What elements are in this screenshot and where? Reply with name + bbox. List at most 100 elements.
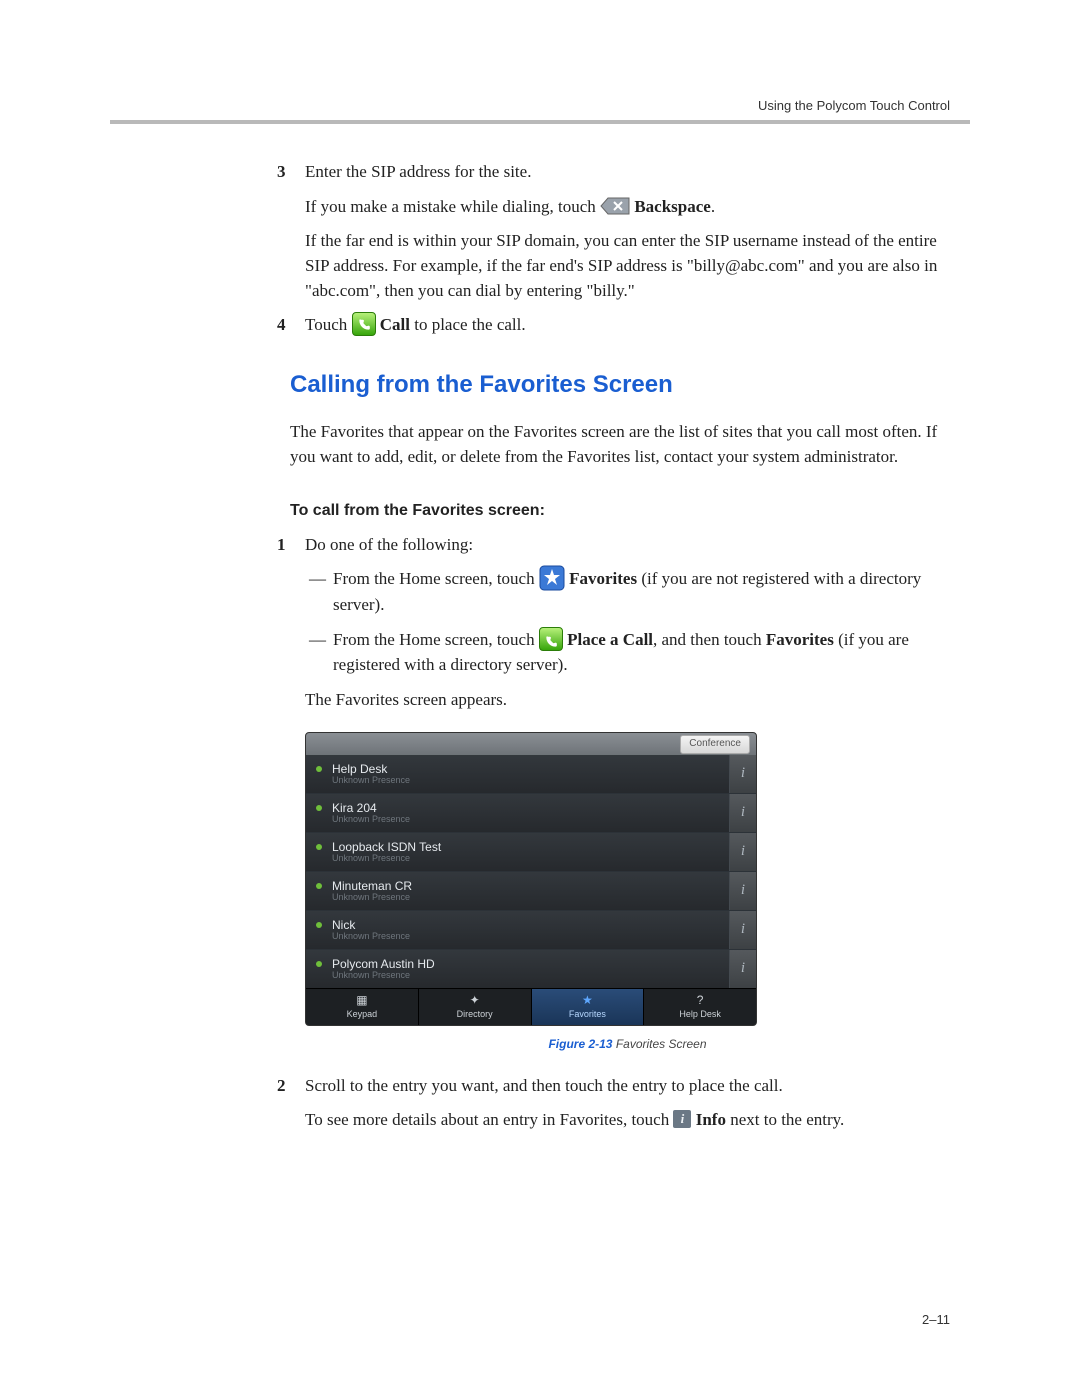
text: From the Home screen, touch xyxy=(333,569,539,588)
presence-dot-icon xyxy=(316,844,322,850)
row-text: Kira 204 Unknown Presence xyxy=(332,802,729,825)
row-name: Nick xyxy=(332,919,729,932)
text: to place the call. xyxy=(410,315,526,334)
row-sub: Unknown Presence xyxy=(332,893,729,903)
favorites-row[interactable]: Polycom Austin HD Unknown Presence i xyxy=(306,950,756,988)
page-number: 2–11 xyxy=(922,1312,950,1327)
tab-keypad[interactable]: ▦ Keypad xyxy=(306,989,419,1025)
presence-dot-icon xyxy=(316,805,322,811)
call-icon xyxy=(352,312,376,336)
favorites-row[interactable]: Kira 204 Unknown Presence i xyxy=(306,794,756,833)
tab-label: Keypad xyxy=(347,1008,378,1021)
row-sub: Unknown Presence xyxy=(332,815,729,825)
favorites-row[interactable]: Loopback ISDN Test Unknown Presence i xyxy=(306,833,756,872)
directory-icon: ✦ xyxy=(470,994,480,1006)
row-text: Loopback ISDN Test Unknown Presence xyxy=(332,841,729,864)
row-sub: Unknown Presence xyxy=(332,932,729,942)
row-info-icon[interactable]: i xyxy=(729,755,756,793)
info-icon: i xyxy=(673,1110,691,1128)
row-info-icon[interactable]: i xyxy=(729,872,756,910)
favorites-screenshot: Conference Help Desk Unknown Presence i xyxy=(305,732,757,1026)
tab-helpdesk[interactable]: ? Help Desk xyxy=(644,989,756,1025)
presence-dot-icon xyxy=(316,961,322,967)
step4-line: Touch Call to place the call. xyxy=(305,313,950,338)
text: next to the entry. xyxy=(726,1110,844,1129)
option-1: From the Home screen, touch Favorites (i… xyxy=(333,567,950,618)
keypad-icon: ▦ xyxy=(356,994,367,1006)
row-text: Minuteman CR Unknown Presence xyxy=(332,880,729,903)
favshot-topbar: Conference xyxy=(306,733,756,755)
step3-line3: If the far end is within your SIP domain… xyxy=(305,229,950,303)
running-header: Using the Polycom Touch Control xyxy=(758,98,950,113)
favorites-row[interactable]: Nick Unknown Presence i xyxy=(306,911,756,950)
row-sub: Unknown Presence xyxy=(332,854,729,864)
fstep2-line1: Scroll to the entry you want, and then t… xyxy=(305,1074,950,1099)
help-icon: ? xyxy=(697,994,704,1006)
row-name: Minuteman CR xyxy=(332,880,729,893)
tab-directory[interactable]: ✦ Directory xyxy=(419,989,532,1025)
favorites-step-1: 1 Do one of the following: From the Home… xyxy=(305,533,950,1054)
text: Touch xyxy=(305,315,352,334)
page: Using the Polycom Touch Control 3 Enter … xyxy=(0,0,1080,1397)
place-call-icon xyxy=(539,627,563,651)
row-info-icon[interactable]: i xyxy=(729,911,756,949)
favorites-list: Help Desk Unknown Presence i Kira 204 Un… xyxy=(306,755,756,988)
row-info-icon[interactable]: i xyxy=(729,833,756,871)
header-rule xyxy=(110,120,970,124)
section-block: Calling from the Favorites Screen The Fa… xyxy=(290,368,950,522)
figure-text: Favorites Screen xyxy=(616,1037,707,1051)
favorites-label-2: Favorites xyxy=(766,630,834,649)
row-name: Help Desk xyxy=(332,763,729,776)
option-2: From the Home screen, touch Place a Call… xyxy=(333,628,950,678)
tab-label: Directory xyxy=(457,1008,493,1021)
step-number: 2 xyxy=(277,1074,286,1099)
figure-label: Figure 2-13 xyxy=(548,1037,612,1051)
favorites-row[interactable]: Minuteman CR Unknown Presence i xyxy=(306,872,756,911)
row-name: Kira 204 xyxy=(332,802,729,815)
row-name: Loopback ISDN Test xyxy=(332,841,729,854)
fstep2-line2: To see more details about an entry in Fa… xyxy=(305,1108,950,1133)
option-list: From the Home screen, touch Favorites (i… xyxy=(305,567,950,677)
row-sub: Unknown Presence xyxy=(332,971,729,981)
text: If you make a mistake while dialing, tou… xyxy=(305,197,600,216)
favorites-row[interactable]: Help Desk Unknown Presence i xyxy=(306,755,756,794)
tab-label: Favorites xyxy=(569,1008,606,1021)
presence-dot-icon xyxy=(316,766,322,772)
row-info-icon[interactable]: i xyxy=(729,794,756,832)
text: To see more details about an entry in Fa… xyxy=(305,1110,673,1129)
step-number: 1 xyxy=(277,533,286,558)
tab-favorites[interactable]: ★ Favorites xyxy=(532,989,645,1025)
step-3: 3 Enter the SIP address for the site. If… xyxy=(305,160,950,303)
backspace-icon xyxy=(600,197,630,215)
place-call-label: Place a Call xyxy=(567,630,653,649)
row-text: Help Desk Unknown Presence xyxy=(332,763,729,786)
call-label: Call xyxy=(380,315,410,334)
section-subhead: To call from the Favorites screen: xyxy=(290,499,950,522)
favshot-tabs: ▦ Keypad ✦ Directory ★ Favorites ? Help … xyxy=(306,988,756,1025)
step-number: 3 xyxy=(277,160,286,185)
text: . xyxy=(711,197,715,216)
star-icon: ★ xyxy=(582,994,593,1006)
step-number: 4 xyxy=(277,313,286,338)
conference-button[interactable]: Conference xyxy=(680,735,750,754)
presence-dot-icon xyxy=(316,922,322,928)
main-content: 3 Enter the SIP address for the site. If… xyxy=(305,160,950,1133)
row-text: Polycom Austin HD Unknown Presence xyxy=(332,958,729,981)
step3-line2: If you make a mistake while dialing, tou… xyxy=(305,195,950,220)
step-4: 4 Touch Call to place the call. xyxy=(305,313,950,338)
figure-caption: Figure 2-13 Favorites Screen xyxy=(305,1036,950,1053)
info-label: Info xyxy=(696,1110,726,1129)
row-text: Nick Unknown Presence xyxy=(332,919,729,942)
fstep1-lead: Do one of the following: xyxy=(305,533,950,558)
row-info-icon[interactable]: i xyxy=(729,950,756,988)
presence-dot-icon xyxy=(316,883,322,889)
section-title: Calling from the Favorites Screen xyxy=(290,368,950,403)
step3-line1: Enter the SIP address for the site. xyxy=(305,160,950,185)
tab-label: Help Desk xyxy=(679,1008,721,1021)
backspace-label: Backspace xyxy=(634,197,711,216)
fstep1-tail: The Favorites screen appears. xyxy=(305,688,950,713)
section-intro: The Favorites that appear on the Favorit… xyxy=(290,420,950,469)
text: , and then touch xyxy=(653,630,766,649)
favorites-icon xyxy=(539,565,565,591)
row-sub: Unknown Presence xyxy=(332,776,729,786)
